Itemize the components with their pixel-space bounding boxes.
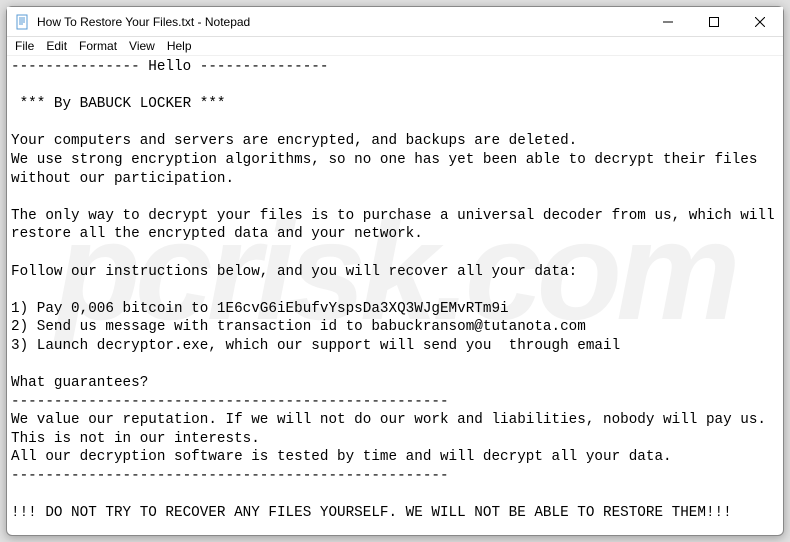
text-area[interactable]: --------------- Hello --------------- **… <box>7 56 783 535</box>
window-controls <box>645 7 783 36</box>
menubar: File Edit Format View Help <box>7 37 783 56</box>
notepad-icon <box>15 14 31 30</box>
minimize-button[interactable] <box>645 7 691 36</box>
menu-view[interactable]: View <box>123 38 161 54</box>
close-button[interactable] <box>737 7 783 36</box>
maximize-button[interactable] <box>691 7 737 36</box>
notepad-window: How To Restore Your Files.txt - Notepad … <box>6 6 784 536</box>
menu-format[interactable]: Format <box>73 38 123 54</box>
menu-file[interactable]: File <box>9 38 40 54</box>
menu-edit[interactable]: Edit <box>40 38 73 54</box>
titlebar: How To Restore Your Files.txt - Notepad <box>7 7 783 37</box>
menu-help[interactable]: Help <box>161 38 198 54</box>
window-title: How To Restore Your Files.txt - Notepad <box>37 15 645 29</box>
